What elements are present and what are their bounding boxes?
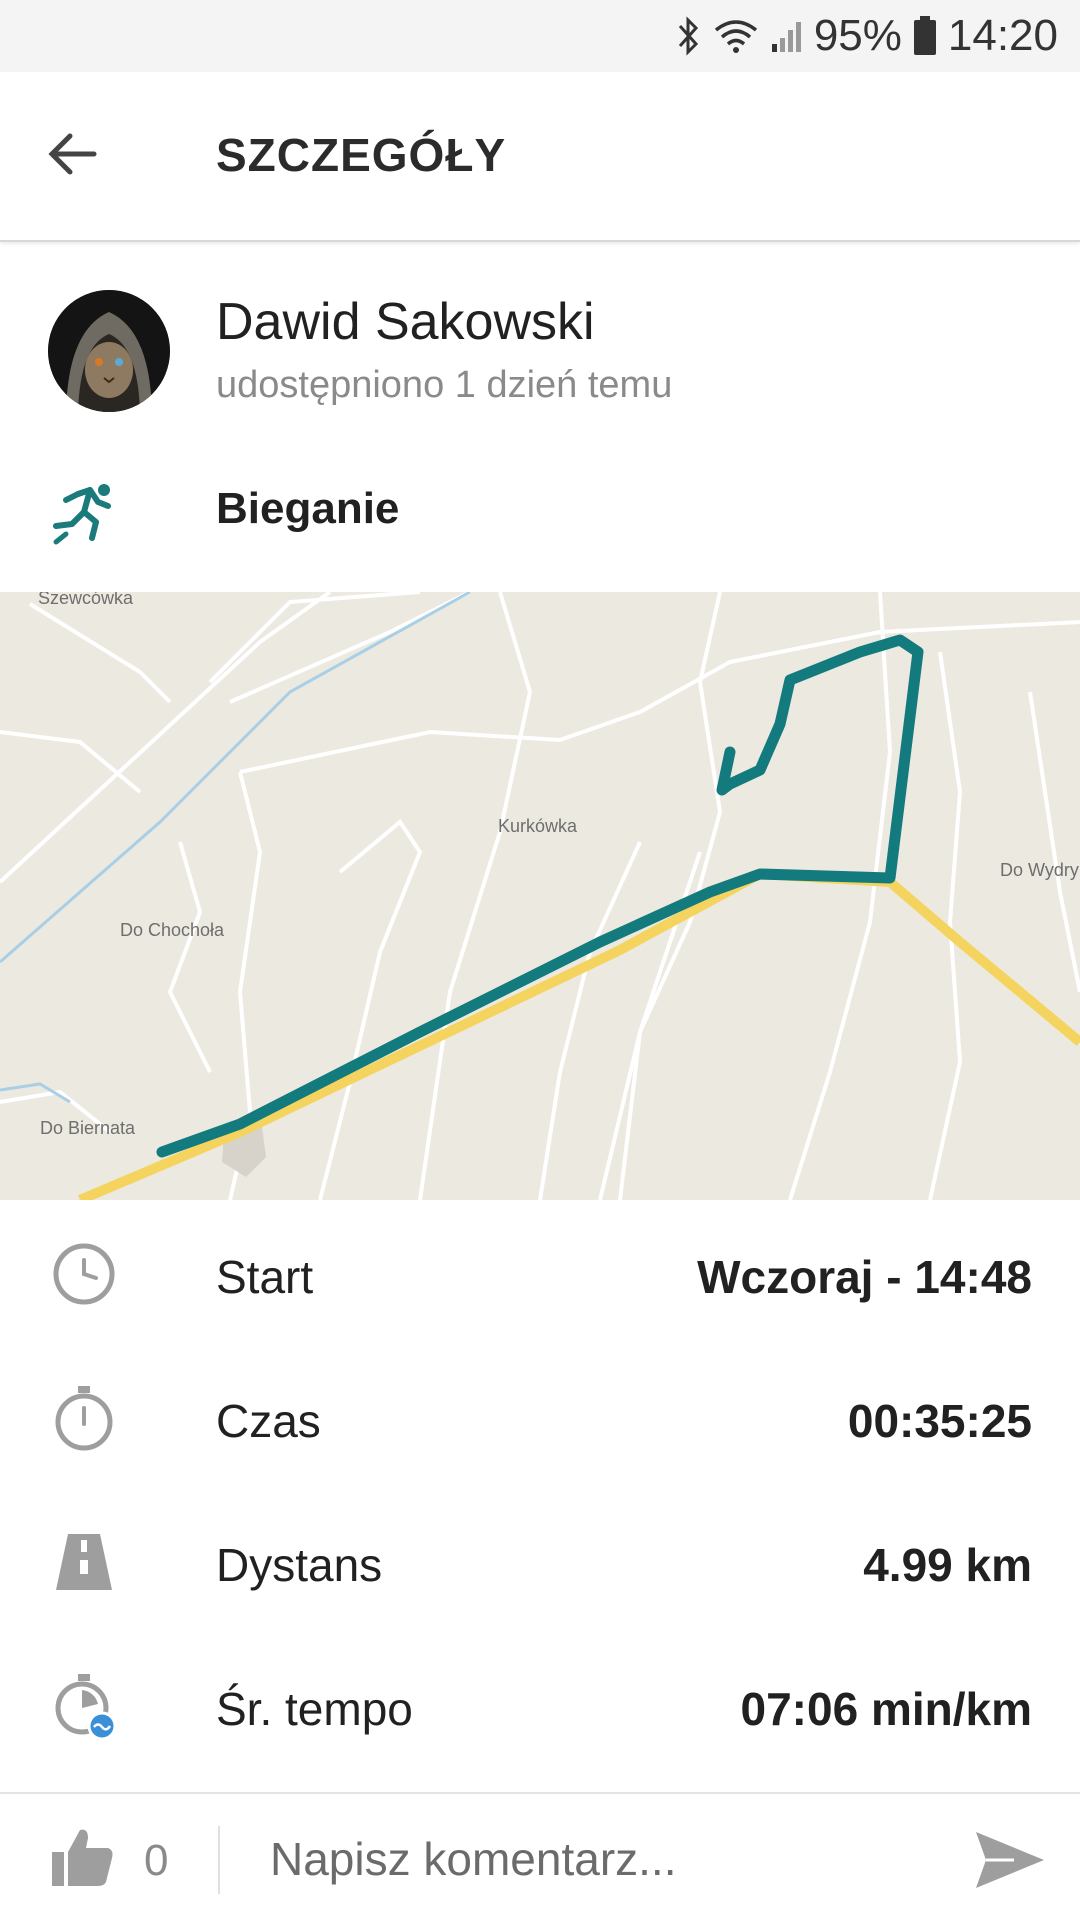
avatar[interactable] [48, 290, 170, 412]
stat-distance: Dystans 4.99 km [0, 1492, 1080, 1636]
map-label-do-wydry: Do Wydry [1000, 860, 1079, 880]
stat-start: Start Wczoraj - 14:48 [0, 1204, 1080, 1348]
stat-value: 00:35:25 [847, 1395, 1032, 1447]
clock-icon [53, 1243, 115, 1305]
running-icon [53, 484, 111, 545]
stat-label: Czas [216, 1395, 321, 1447]
battery-percent: 95% [813, 11, 902, 60]
app-bar: SZCZEGÓŁY [0, 72, 1080, 242]
map-label-kurkowka: Kurkówka [498, 816, 578, 836]
shared-time: udostępniono 1 dzień temu [216, 364, 673, 406]
back-button[interactable] [30, 112, 114, 196]
stat-label: Śr. tempo [216, 1683, 413, 1735]
stat-value: Wczoraj - 14:48 [697, 1251, 1032, 1303]
comment-bar: 0 [0, 1792, 1080, 1922]
map-label-do-biernata: Do Biernata [40, 1118, 136, 1138]
status-bar: 95% 14:20 [0, 0, 1080, 72]
map-label-do-chochola: Do Chochoła [120, 920, 225, 940]
comment-input[interactable] [268, 1822, 932, 1896]
send-icon[interactable] [970, 1820, 1050, 1900]
stat-value: 07:06 min/km [740, 1683, 1032, 1735]
stat-label: Dystans [216, 1539, 383, 1591]
stat-pace: Śr. tempo 07:06 min/km [0, 1636, 1080, 1780]
stat-label: Start [216, 1251, 314, 1303]
map-label-szewcowka: Szewcówka [38, 592, 134, 608]
thumbs-up-icon[interactable] [50, 1824, 116, 1890]
arrow-back-icon [48, 133, 97, 175]
wifi-icon [714, 20, 757, 53]
bluetooth-icon [678, 16, 698, 56]
user-name[interactable]: Dawid Sakowski [216, 292, 595, 352]
stat-value: 4.99 km [863, 1539, 1032, 1591]
activity-type: Bieganie [216, 484, 400, 533]
status-bar-indicators: 95% 14:20 [676, 10, 1058, 62]
like-count: 0 [144, 1836, 169, 1885]
battery-icon [913, 16, 936, 55]
road-icon [56, 1534, 112, 1590]
route-map[interactable]: Szewcówka Kurkówka Do Chochoła Do Wydry … [0, 592, 1080, 1200]
stat-duration: Czas 00:35:25 [0, 1348, 1080, 1492]
signal-icon [771, 22, 801, 52]
page-title: SZCZEGÓŁY [216, 129, 507, 181]
clock-time: 14:20 [947, 11, 1058, 60]
pace-icon [55, 1674, 117, 1740]
stopwatch-icon [55, 1386, 113, 1451]
divider [218, 1826, 220, 1894]
